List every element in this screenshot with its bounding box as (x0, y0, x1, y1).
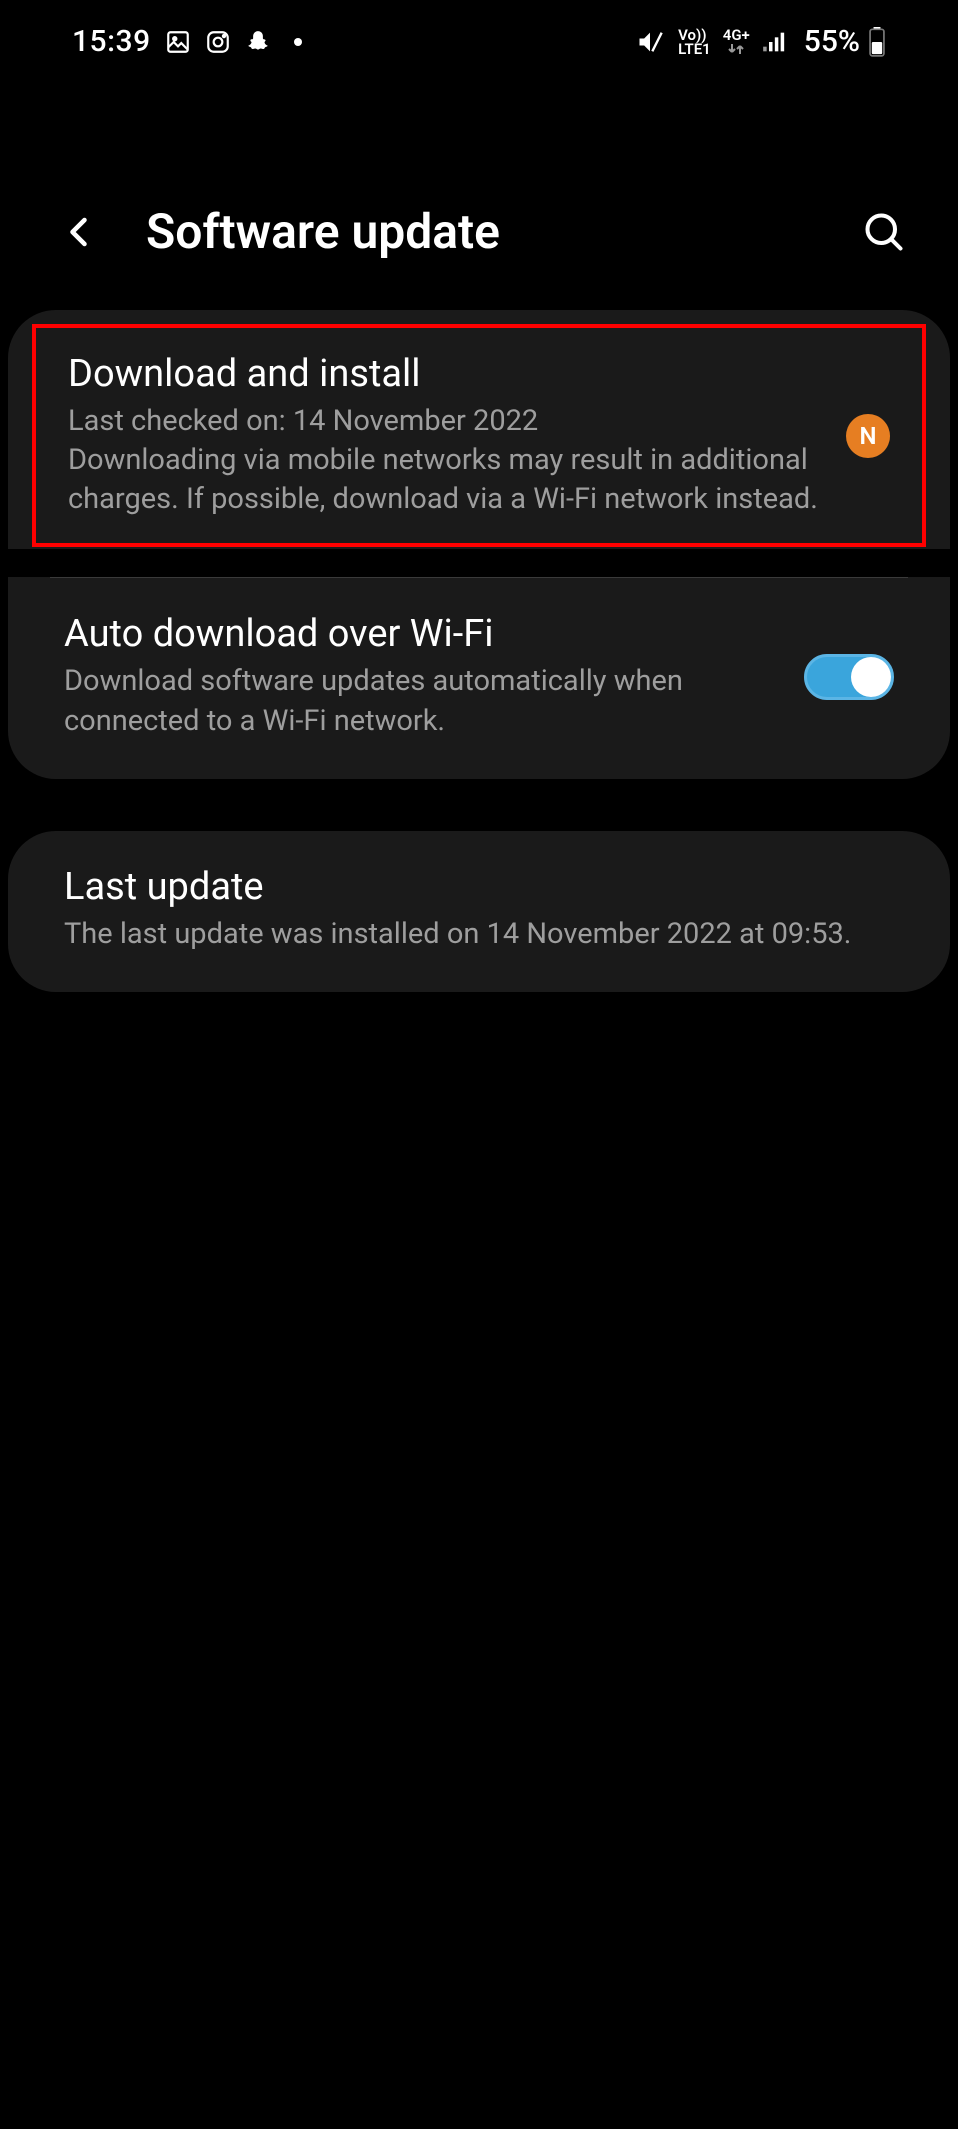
card-group-2: Last update The last update was installe… (8, 831, 950, 992)
volte-indicator: Vo)) LTE1 (678, 28, 711, 56)
auto-download-row[interactable]: Auto download over Wi-Fi Download softwa… (8, 578, 950, 778)
snapchat-icon (245, 28, 271, 56)
search-button[interactable] (860, 208, 908, 256)
auto-download-title: Auto download over Wi-Fi (64, 612, 784, 656)
status-time: 15:39 (72, 24, 151, 59)
back-button[interactable] (60, 212, 100, 252)
more-dot-icon (293, 37, 303, 47)
mute-icon (636, 28, 664, 56)
nav-header: Software update (0, 83, 958, 310)
last-update-content: Last update The last update was installe… (64, 865, 894, 954)
battery-percentage: 55% (804, 24, 860, 59)
gallery-icon (165, 29, 191, 55)
card-group-1-top: Download and install Last checked on: 14… (8, 310, 950, 549)
network-gen-indicator: 4G+ (723, 28, 750, 56)
auto-download-content: Auto download over Wi-Fi Download softwa… (64, 612, 784, 740)
battery-icon (868, 27, 886, 57)
signal-icon (762, 30, 790, 54)
last-update-title: Last update (64, 865, 894, 909)
toggle-knob (851, 657, 891, 697)
instagram-icon (205, 29, 231, 55)
status-bar: 15:39 Vo)) LTE1 4G+ 55% (0, 0, 958, 83)
card-group-1-bottom: Auto download over Wi-Fi Download softwa… (8, 577, 950, 778)
download-install-content: Download and install Last checked on: 14… (68, 352, 826, 519)
status-bar-left: 15:39 (72, 24, 303, 59)
status-bar-right: Vo)) LTE1 4G+ 55% (636, 24, 886, 59)
last-update-desc: The last update was installed on 14 Nove… (64, 915, 894, 954)
auto-download-toggle[interactable] (804, 654, 894, 700)
download-install-title: Download and install (68, 352, 826, 396)
page-title: Software update (146, 203, 860, 260)
download-install-row-highlight: Download and install Last checked on: 14… (32, 324, 926, 547)
last-update-row[interactable]: Last update The last update was installe… (8, 831, 950, 992)
download-install-row[interactable]: Download and install Last checked on: 14… (36, 328, 922, 543)
notification-badge: N (846, 414, 890, 458)
auto-download-desc: Download software updates automatically … (64, 662, 784, 740)
download-install-desc: Last checked on: 14 November 2022 Downlo… (68, 402, 826, 519)
